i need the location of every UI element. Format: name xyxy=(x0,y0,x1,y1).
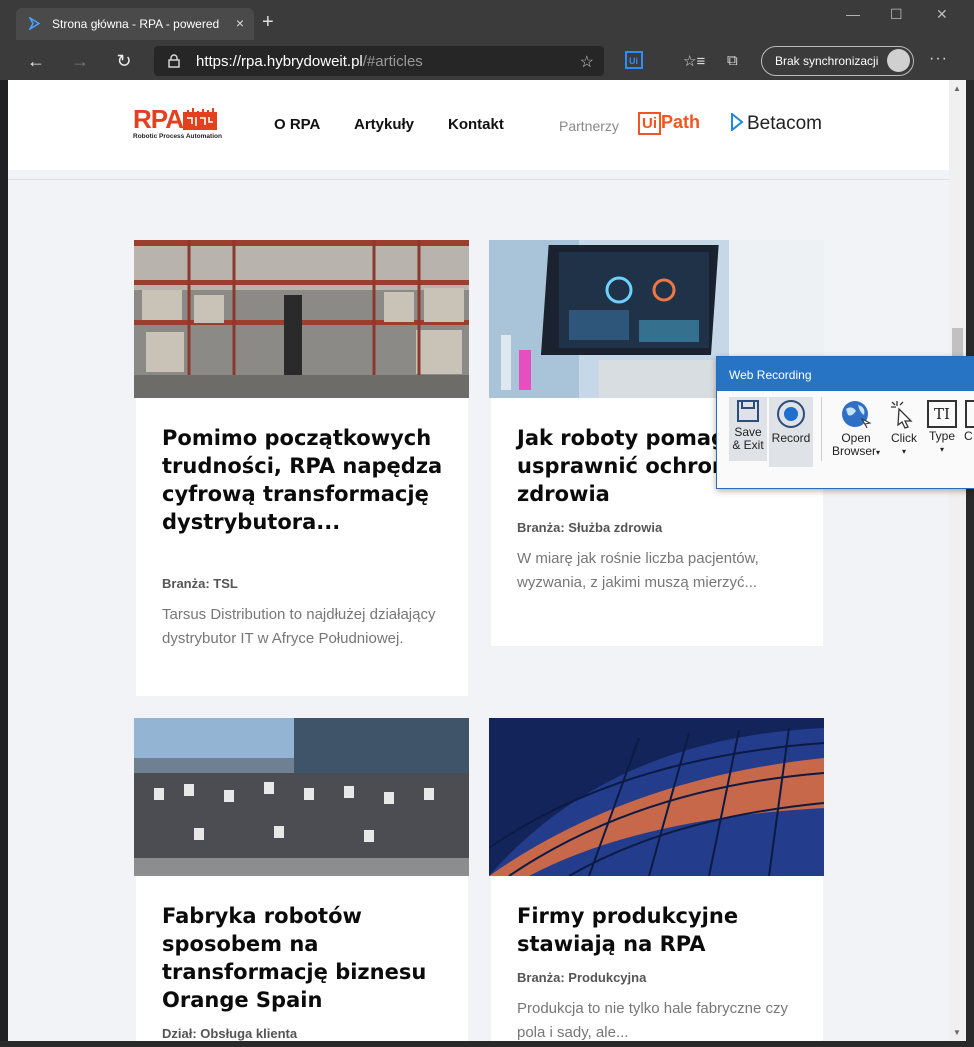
collections-icon[interactable]: ⧉ xyxy=(727,52,738,69)
glass-building-image xyxy=(489,718,824,876)
circuit-icon xyxy=(182,108,217,130)
dropdown-caret-icon: ▾ xyxy=(901,447,906,456)
article-card[interactable]: Pomimo początkowych trudności, RPA napęd… xyxy=(134,240,469,696)
window-close-button[interactable]: ✕ xyxy=(936,6,948,23)
background-window xyxy=(966,80,974,1047)
favorite-star-icon[interactable]: ☆ xyxy=(580,52,594,72)
new-tab-button[interactable]: + xyxy=(262,12,274,32)
browser-tab[interactable]: Strona główna - RPA - powered × xyxy=(16,8,254,40)
page-viewport: RPA Robotic Process Automation O RPA Art… xyxy=(8,80,949,1041)
type-icon: TI xyxy=(927,400,957,428)
back-icon[interactable]: ← xyxy=(24,50,48,72)
scroll-up-icon[interactable]: ▲ xyxy=(953,84,961,93)
article-meta: Dział: Obsługa klienta xyxy=(162,1026,298,1041)
globe-icon xyxy=(842,401,872,429)
nav-artykuly[interactable]: Artykuły xyxy=(354,116,414,133)
more-icon[interactable]: ··· xyxy=(929,50,948,68)
divider xyxy=(8,179,949,180)
copy-icon xyxy=(965,400,974,428)
scroll-down-icon[interactable]: ▼ xyxy=(953,1028,961,1037)
article-meta: Branża: TSL xyxy=(162,576,238,591)
copy-button[interactable]: C xyxy=(963,397,974,443)
site-header: RPA Robotic Process Automation O RPA Art… xyxy=(8,80,949,170)
article-meta: Branża: Służba zdrowia xyxy=(517,520,663,535)
profile-avatar xyxy=(887,49,910,72)
rpa-logo[interactable]: RPA Robotic Process Automation xyxy=(133,106,222,140)
click-button[interactable]: Click ▾ xyxy=(885,397,923,458)
svg-text:Ui: Ui xyxy=(629,56,638,66)
browser-toolbar: ← → ↻ https://rpa.hybrydoweit.pl/#articl… xyxy=(0,42,974,80)
save-icon xyxy=(737,400,759,422)
browser-chrome: Strona główna - RPA - powered × + — ☐ ✕ … xyxy=(0,0,974,80)
dropdown-caret-icon: ▾ xyxy=(939,445,944,454)
url-text: https://rpa.hybrydoweit.pl/#articles xyxy=(196,53,423,70)
nav-o-rpa[interactable]: O RPA xyxy=(274,116,320,133)
type-button[interactable]: TI Type ▾ xyxy=(925,397,959,456)
edge-icon xyxy=(28,17,41,30)
web-recording-titlebar[interactable]: Web Recording xyxy=(717,357,974,391)
toolbar-divider xyxy=(821,397,822,461)
address-bar[interactable]: https://rpa.hybrydoweit.pl/#articles ☆ xyxy=(154,46,604,76)
lock-icon xyxy=(168,54,180,68)
save-exit-button[interactable]: Save & Exit xyxy=(729,397,767,461)
record-button[interactable]: Record xyxy=(769,397,813,467)
minimize-button[interactable]: — xyxy=(846,6,860,22)
team-photo-image xyxy=(134,718,469,876)
article-desc: Tarsus Distribution to najdłużej działaj… xyxy=(162,606,436,647)
taskbar-edge xyxy=(0,1041,974,1047)
cursor-click-icon xyxy=(891,401,913,429)
article-card[interactable]: Firmy produkcyjne stawiają na RPA Branża… xyxy=(489,718,824,1041)
dropdown-caret-icon: ▾ xyxy=(876,448,881,457)
partners-label: Partnerzy xyxy=(559,118,619,134)
uipath-extension-icon[interactable]: Ui xyxy=(625,51,643,69)
article-title[interactable]: Fabryka robotów sposobem na transformacj… xyxy=(162,902,452,1014)
uipath-logo[interactable]: Ui Path xyxy=(638,112,700,135)
article-title[interactable]: Pomimo początkowych trudności, RPA napęd… xyxy=(162,424,452,536)
article-desc: W miarę jak rośnie liczba pacjentów, wyz… xyxy=(517,550,759,591)
refresh-icon[interactable]: ↻ xyxy=(112,50,136,72)
open-browser-button[interactable]: Open Browser▾ xyxy=(829,397,883,459)
betacom-icon xyxy=(731,111,744,133)
tab-close-icon[interactable]: × xyxy=(236,15,244,31)
betacom-logo[interactable]: Betacom xyxy=(729,111,822,135)
page-scrollbar[interactable]: ▲ ▼ xyxy=(949,80,966,1041)
article-title[interactable]: Firmy produkcyjne stawiają na RPA xyxy=(517,902,807,958)
favorites-icon[interactable]: ☆≡ xyxy=(683,52,705,70)
article-card[interactable]: Fabryka robotów sposobem na transformacj… xyxy=(134,718,469,1041)
web-recording-panel: Web Recording Save & Exit Record Open Br… xyxy=(716,356,974,489)
tab-title: Strona główna - RPA - powered xyxy=(52,17,220,31)
forward-icon[interactable]: → xyxy=(68,50,92,72)
warehouse-image xyxy=(134,240,469,398)
nav-kontakt[interactable]: Kontakt xyxy=(448,116,504,133)
web-recording-toolbar: Save & Exit Record Open Browser▾ Click ▾… xyxy=(717,391,974,488)
sync-button[interactable]: Brak synchronizacji xyxy=(761,46,914,76)
record-icon xyxy=(777,400,805,428)
maximize-button[interactable]: ☐ xyxy=(890,6,903,23)
article-meta: Branża: Produkcyjna xyxy=(517,970,647,985)
article-desc: Produkcja to nie tylko hale fabryczne cz… xyxy=(517,1000,788,1041)
